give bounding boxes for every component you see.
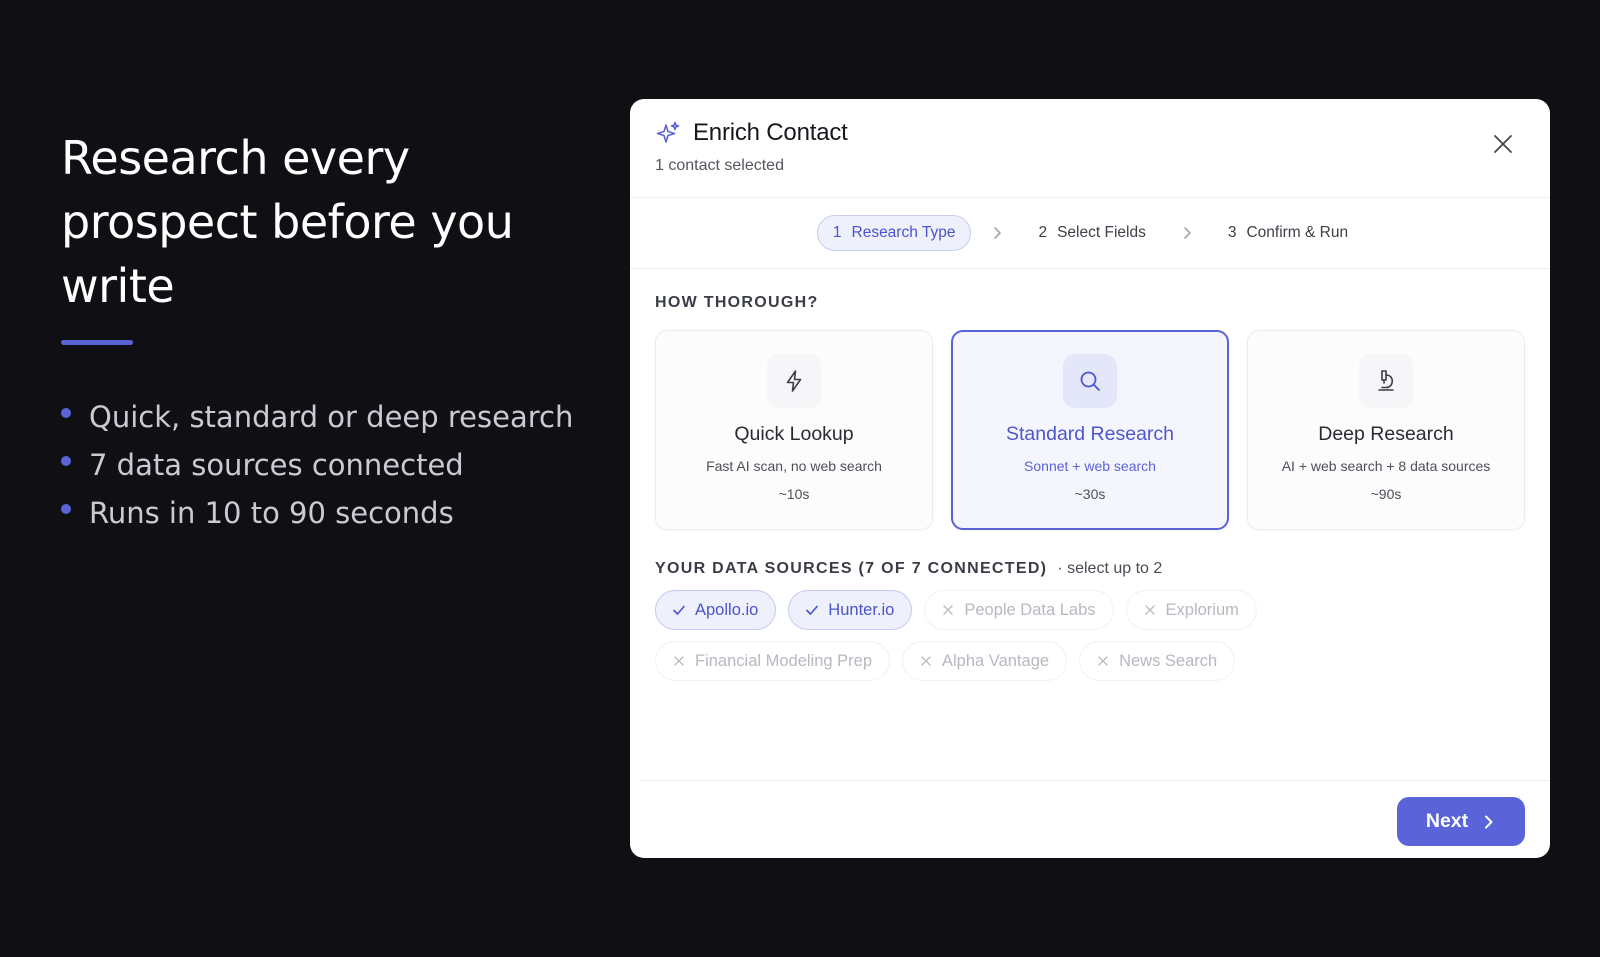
wizard-stepper: 1 Research Type 2 Select Fields 3 Confir… [630, 198, 1550, 269]
x-icon [1144, 605, 1155, 615]
dialog-title-row: Enrich Contact [655, 119, 1525, 147]
card-description: AI + web search + 8 data sources [1281, 458, 1491, 474]
card-icon-box [1359, 354, 1413, 408]
option-deep-research[interactable]: Deep Research AI + web search + 8 data s… [1247, 330, 1525, 530]
chip-label: Apollo.io [695, 600, 759, 619]
card-duration: ~90s [1370, 486, 1402, 502]
data-sources-label: YOUR DATA SOURCES (7 OF 7 CONNECTED) [655, 560, 1048, 577]
sparkle-icon [656, 121, 680, 143]
hero-bullet-text: Quick, standard or deep research [89, 400, 574, 434]
search-icon [1080, 371, 1100, 391]
step-select-fields[interactable]: 2 Select Fields [1023, 215, 1160, 251]
card-title: Deep Research [1318, 423, 1454, 445]
card-description: Fast AI scan, no web search [706, 458, 882, 474]
card-description: Sonnet + web search [1024, 458, 1156, 474]
microscope-icon [1378, 370, 1394, 391]
chip-label: Hunter.io [828, 600, 895, 619]
chip-explorium[interactable]: Explorium [1125, 590, 1257, 630]
hero-title: Research every prospect before you write [61, 131, 514, 313]
x-icon [943, 605, 954, 615]
hero-panel: Research every prospect before you write… [61, 126, 581, 537]
option-standard-research[interactable]: Standard Research Sonnet + web search ~3… [951, 330, 1229, 530]
step-number: 3 [1227, 224, 1237, 241]
data-sources-header: YOUR DATA SOURCES (7 OF 7 CONNECTED) · s… [655, 560, 1525, 578]
chip-apollo[interactable]: Apollo.io [655, 590, 777, 630]
step-confirm-run[interactable]: 3 Confirm & Run [1213, 215, 1363, 251]
chip-label: Alpha Vantage [942, 651, 1050, 670]
card-duration: ~10s [778, 486, 810, 502]
chip-label: Financial Modeling Prep [695, 651, 873, 670]
check-icon [673, 605, 685, 615]
hero-bullet-list: Quick, standard or deep research 7 data … [61, 393, 581, 537]
chip-label: People Data Labs [964, 600, 1096, 619]
hero-bullet-text: Runs in 10 to 90 seconds [89, 496, 454, 530]
card-title: Quick Lookup [734, 423, 854, 445]
hero-bullet-item: Runs in 10 to 90 seconds [61, 489, 581, 537]
step-research-type[interactable]: 1 Research Type [816, 215, 972, 251]
card-icon-box [1063, 354, 1117, 408]
step-number: 1 [832, 224, 842, 241]
bullet-dot-icon [61, 456, 71, 466]
hero-bullet-item: 7 data sources connected [61, 441, 581, 489]
dialog-title: Enrich Contact [693, 119, 848, 146]
card-title: Standard Research [1005, 423, 1175, 445]
lightning-icon [786, 370, 802, 392]
option-quick-lookup[interactable]: Quick Lookup Fast AI scan, no web search… [655, 330, 933, 530]
step-label: Research Type [851, 224, 956, 241]
chip-alpha-vantage[interactable]: Alpha Vantage [902, 641, 1068, 681]
data-sources-hint: · select up to 2 [1057, 560, 1163, 577]
x-icon [1098, 656, 1108, 666]
chip-news-search[interactable]: News Search [1079, 641, 1236, 681]
next-button[interactable]: Next [1397, 797, 1525, 846]
dialog-footer: Next [640, 780, 1550, 858]
next-button-label: Next [1425, 810, 1469, 832]
chip-financial-modeling-prep[interactable]: Financial Modeling Prep [655, 641, 891, 681]
data-source-chips: Apollo.io Hunter.io People Data Labs Exp… [655, 590, 1475, 681]
x-icon [674, 656, 684, 666]
card-duration: ~30s [1074, 486, 1106, 502]
step-label: Select Fields [1057, 224, 1146, 241]
bullet-dot-icon [61, 408, 71, 418]
chip-people-data-labs[interactable]: People Data Labs [924, 590, 1114, 630]
dialog-subtitle: 1 contact selected [655, 157, 784, 174]
chip-hunter[interactable]: Hunter.io [788, 590, 913, 630]
thoroughness-label: HOW THOROUGH? [655, 294, 819, 311]
hero-bullet-text: 7 data sources connected [89, 448, 464, 482]
research-type-cards: Quick Lookup Fast AI scan, no web search… [655, 330, 1525, 530]
thoroughness-section: HOW THOROUGH? Quick Lookup Fast AI scan,… [630, 294, 1550, 681]
step-label: Confirm & Run [1246, 224, 1349, 241]
check-icon [806, 605, 819, 615]
chevron-right-icon [1485, 815, 1493, 828]
chip-label: News Search [1119, 651, 1218, 670]
chip-label: Explorium [1165, 600, 1239, 619]
dialog-header: Enrich Contact 1 contact selected [630, 99, 1550, 198]
enrich-contact-dialog: Enrich Contact 1 contact selected 1 Rese… [630, 99, 1550, 858]
bullet-dot-icon [61, 504, 71, 514]
card-icon-box [767, 354, 821, 408]
step-number: 2 [1038, 224, 1048, 241]
hero-accent-bar [61, 340, 133, 345]
hero-bullet-item: Quick, standard or deep research [61, 393, 581, 441]
close-icon [1494, 135, 1512, 153]
close-button[interactable] [1490, 131, 1516, 157]
chevron-right-icon [994, 227, 1002, 239]
chevron-right-icon [1184, 227, 1191, 239]
x-icon [921, 656, 931, 666]
